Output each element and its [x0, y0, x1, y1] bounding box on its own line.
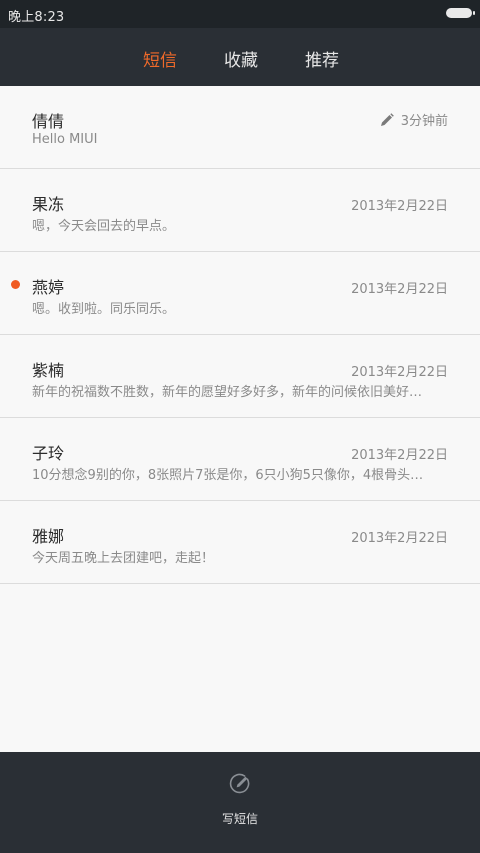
compose-label: 写短信: [221, 812, 258, 826]
message-preview: 10分想念9别的你，8张照片7张是你，6只小狗5只像你，4根骨头…: [32, 468, 424, 483]
tab-messages[interactable]: 短信: [143, 46, 177, 71]
contact-name: 雅娜: [32, 527, 65, 546]
message-preview: 今天周五晚上去团建吧，走起！: [32, 551, 215, 566]
conversation-time: 2013年2月22日: [351, 448, 448, 463]
messaging-app: 晚上8:23 短信 收藏 推荐 倩倩 Hello MIUI 3分钟前 果冻 嗯，…: [0, 0, 480, 853]
message-preview: 嗯，今天会回去的早点。: [32, 219, 176, 234]
compose-icon: [229, 773, 250, 794]
battery-icon: [446, 8, 475, 18]
contact-name: 子玲: [32, 444, 65, 463]
conversation-item[interactable]: 紫楠 新年的祝福数不胜数，新年的愿望好多好多，新年的问候依旧美好… 2013年2…: [0, 335, 480, 418]
conversation-time: 2013年2月22日: [351, 282, 448, 297]
message-preview: Hello MIUI: [32, 132, 98, 147]
message-preview: 新年的祝福数不胜数，新年的愿望好多好多，新年的问候依旧美好…: [32, 385, 423, 400]
bottom-bar: 写短信: [0, 752, 480, 853]
message-preview: 嗯。收到啦。同乐同乐。: [32, 302, 176, 317]
tab-recommended[interactable]: 推荐: [305, 46, 339, 71]
compose-button[interactable]: 写短信: [0, 752, 480, 853]
conversation-item[interactable]: 果冻 嗯，今天会回去的早点。 2013年2月22日: [0, 169, 480, 252]
conversation-item[interactable]: 倩倩 Hello MIUI 3分钟前: [0, 86, 480, 169]
conversation-time: 2013年2月22日: [351, 365, 448, 380]
conversation-item[interactable]: 雅娜 今天周五晚上去团建吧，走起！ 2013年2月22日: [0, 501, 480, 584]
conversation-time: 3分钟前: [400, 114, 448, 129]
contact-name: 果冻: [32, 195, 65, 214]
status-bar: 晚上8:23: [0, 0, 480, 28]
tab-bar: 短信 收藏 推荐: [0, 28, 480, 86]
conversation-item[interactable]: 子玲 10分想念9别的你，8张照片7张是你，6只小狗5只像你，4根骨头… 201…: [0, 418, 480, 501]
conversation-list: 倩倩 Hello MIUI 3分钟前 果冻 嗯，今天会回去的早点。 2013年2…: [0, 86, 480, 584]
conversation-time: 2013年2月22日: [351, 531, 448, 546]
tab-favorites[interactable]: 收藏: [224, 46, 258, 71]
conversation-item[interactable]: 燕婷 嗯。收到啦。同乐同乐。 2013年2月22日: [0, 252, 480, 335]
contact-name: 倩倩: [32, 112, 65, 131]
contact-name: 燕婷: [32, 278, 65, 297]
unread-dot-icon: [11, 280, 20, 289]
draft-indicator: 3分钟前: [379, 110, 448, 129]
status-time: 晚上8:23: [8, 10, 65, 25]
conversation-time: 2013年2月22日: [351, 199, 448, 214]
pencil-icon: [380, 112, 394, 126]
contact-name: 紫楠: [32, 361, 65, 380]
